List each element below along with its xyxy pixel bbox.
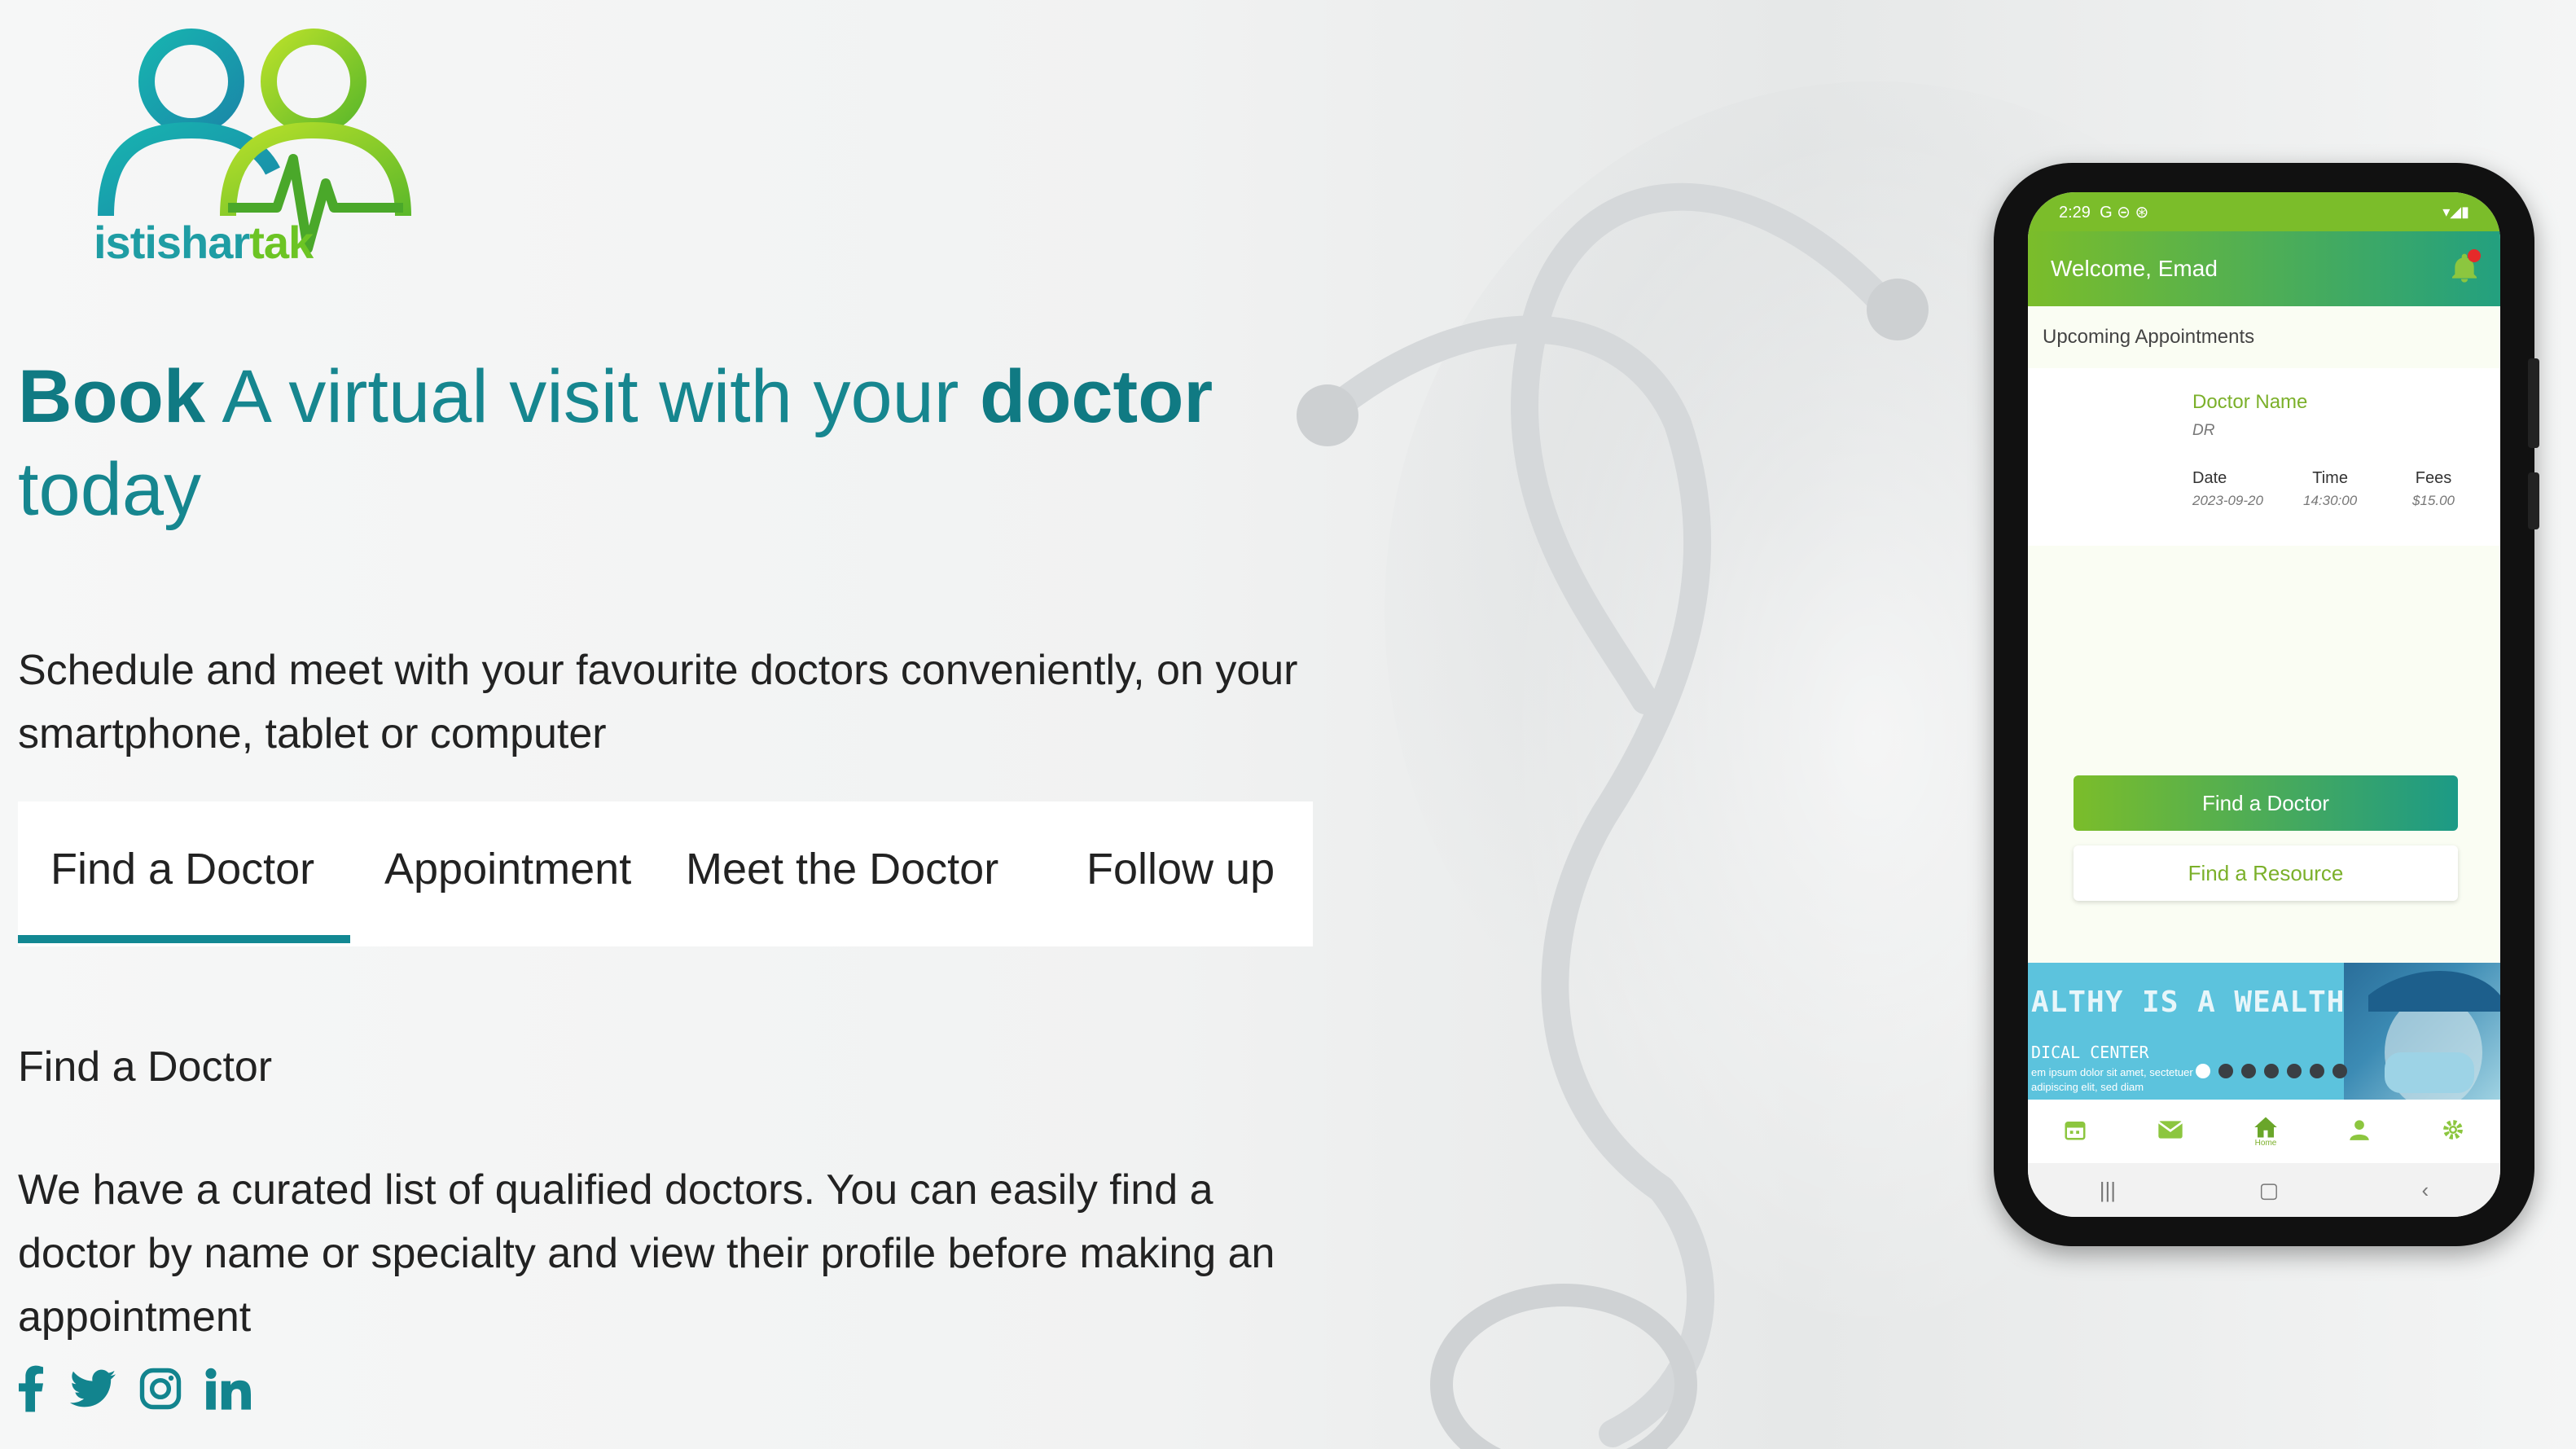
phone-side-button bbox=[2528, 358, 2539, 448]
hero-headline: Book A virtual visit with your doctor to… bbox=[18, 350, 1288, 536]
home-button-icon[interactable]: ▢ bbox=[2258, 1178, 2279, 1203]
home-label: Home bbox=[2254, 1138, 2277, 1148]
headline-middle: A virtual visit with your bbox=[205, 355, 980, 438]
feature-tabs: Find a Doctor Appointment Meet the Docto… bbox=[18, 801, 1313, 946]
carousel-dot[interactable] bbox=[2218, 1064, 2233, 1078]
time-label: Time bbox=[2312, 469, 2348, 487]
carousel-dots bbox=[2196, 1064, 2347, 1078]
doctor-name: Doctor Name bbox=[2192, 391, 2308, 413]
banner-text: em ipsum dolor sit amet, sectetuer adipi… bbox=[2031, 1066, 2193, 1093]
twitter-icon[interactable] bbox=[70, 1368, 116, 1413]
home-nav-item[interactable]: Home bbox=[2253, 1116, 2278, 1148]
carousel-dot[interactable] bbox=[2310, 1064, 2324, 1078]
carousel-dot[interactable] bbox=[2241, 1064, 2256, 1078]
headline-bold-book: Book bbox=[18, 355, 205, 438]
date-column: Date 2023-09-20 bbox=[2192, 469, 2263, 509]
tab-follow-up[interactable]: Follow up bbox=[1086, 844, 1275, 894]
time-column: Time 14:30:00 bbox=[2303, 469, 2357, 509]
doctor-title: DR bbox=[2192, 422, 2215, 439]
phone-side-button bbox=[2528, 472, 2539, 529]
facebook-icon[interactable] bbox=[15, 1365, 47, 1416]
status-icons: G ⊝ ⊛ bbox=[2100, 203, 2149, 222]
carousel-dot[interactable] bbox=[2264, 1064, 2279, 1078]
fees-column: Fees $15.00 bbox=[2412, 469, 2455, 509]
headline-end: today bbox=[18, 448, 202, 531]
appointment-card[interactable]: Doctor Name DR Date 2023-09-20 Time 14:3… bbox=[2028, 368, 2500, 546]
profile-icon[interactable] bbox=[2348, 1117, 2371, 1146]
social-links bbox=[15, 1365, 251, 1416]
fees-label: Fees bbox=[2415, 469, 2452, 487]
instagram-icon[interactable] bbox=[138, 1367, 182, 1415]
logo-text-part1: istishar bbox=[94, 217, 250, 268]
notification-bell-icon[interactable] bbox=[2448, 249, 2481, 285]
app-header: Welcome, Emad bbox=[2028, 231, 2500, 306]
banner-subtitle: DICAL CENTER bbox=[2031, 1043, 2149, 1062]
carousel-dot[interactable] bbox=[2196, 1064, 2210, 1078]
active-tab-indicator bbox=[18, 935, 350, 943]
tab-meet-the-doctor[interactable]: Meet the Doctor bbox=[686, 844, 998, 894]
carousel-dot[interactable] bbox=[2287, 1064, 2302, 1078]
section-title: Find a Doctor bbox=[18, 1043, 273, 1091]
carousel-dot[interactable] bbox=[2332, 1064, 2347, 1078]
phone-screen: 2:29 G ⊝ ⊛ ▾◢▮ Welcome, Emad Upcoming Ap… bbox=[2028, 192, 2500, 1217]
system-navigation-bar: ||| ▢ ‹ bbox=[2028, 1163, 2500, 1217]
bottom-navigation: Home bbox=[2028, 1100, 2500, 1163]
linkedin-icon[interactable] bbox=[205, 1368, 251, 1414]
logo-text-part2: tak bbox=[249, 217, 314, 268]
section-body: We have a curated list of qualified doct… bbox=[18, 1166, 1275, 1341]
promo-carousel[interactable]: ALTHY IS A WEALTH DICAL CENTER em ipsum … bbox=[2028, 963, 2500, 1100]
upcoming-appointments-label: Upcoming Appointments bbox=[2043, 326, 2255, 348]
calendar-icon[interactable] bbox=[2063, 1117, 2087, 1146]
banner-doctor-photo bbox=[2344, 963, 2500, 1100]
fees-value: $15.00 bbox=[2412, 493, 2455, 508]
back-icon[interactable]: ‹ bbox=[2422, 1178, 2429, 1203]
notification-dot bbox=[2468, 249, 2481, 262]
find-a-doctor-button[interactable]: Find a Doctor bbox=[2074, 775, 2458, 831]
stethoscope-background-image bbox=[1297, 182, 1929, 1449]
headline-bold-doctor: doctor bbox=[980, 355, 1213, 438]
tab-appointment[interactable]: Appointment bbox=[384, 844, 631, 894]
date-label: Date bbox=[2192, 469, 2227, 487]
status-time: 2:29 bbox=[2059, 203, 2091, 222]
logo-wordmark: istishartak bbox=[94, 216, 314, 269]
status-bar: 2:29 G ⊝ ⊛ ▾◢▮ bbox=[2028, 192, 2500, 231]
recent-apps-icon[interactable]: ||| bbox=[2100, 1178, 2116, 1203]
settings-icon[interactable] bbox=[2441, 1117, 2465, 1146]
hero-subtitle: Schedule and meet with your favourite do… bbox=[18, 647, 1298, 757]
welcome-text: Welcome, Emad bbox=[2051, 256, 2218, 281]
home-icon bbox=[2254, 1117, 2277, 1137]
tab-find-a-doctor[interactable]: Find a Doctor bbox=[50, 844, 314, 894]
find-a-resource-button[interactable]: Find a Resource bbox=[2074, 845, 2458, 901]
banner-title: ALTHY IS A WEALTH bbox=[2031, 986, 2346, 1019]
time-value: 14:30:00 bbox=[2303, 493, 2358, 508]
mail-icon[interactable] bbox=[2157, 1119, 2183, 1144]
date-value: 2023-09-20 bbox=[2192, 493, 2263, 508]
